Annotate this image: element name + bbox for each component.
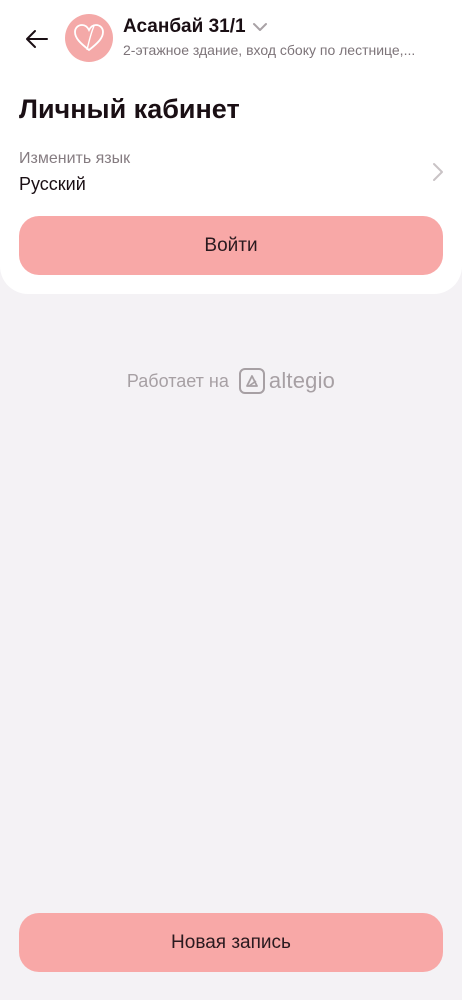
altegio-mark-icon bbox=[238, 368, 265, 394]
account-card: Асанбай 31/1 2-этажное здание, вход сбок… bbox=[0, 0, 462, 294]
branch-subtitle: 2-этажное здание, вход сбоку по лестнице… bbox=[123, 42, 416, 58]
back-button[interactable] bbox=[20, 22, 54, 56]
language-label: Изменить язык bbox=[19, 150, 131, 167]
branch-title: Асанбай 31/1 bbox=[123, 16, 246, 37]
login-button[interactable]: Войти bbox=[19, 216, 443, 275]
chevron-right-icon bbox=[432, 162, 444, 187]
altegio-logo[interactable]: altegio bbox=[238, 368, 336, 394]
page: Асанбай 31/1 2-этажное здание, вход сбок… bbox=[0, 0, 462, 1000]
new-booking-button[interactable]: Новая запись bbox=[19, 913, 443, 972]
branch-selector[interactable]: Асанбай 31/1 bbox=[123, 16, 268, 38]
powered-by-text: Работает на bbox=[126, 370, 229, 391]
avatar[interactable] bbox=[65, 14, 113, 62]
arrow-left-icon bbox=[26, 30, 48, 48]
chevron-down-icon bbox=[252, 22, 268, 32]
change-language-row[interactable]: Изменить язык Русский bbox=[19, 148, 444, 202]
language-value: Русский bbox=[19, 174, 86, 194]
heart-logo-icon bbox=[74, 24, 104, 52]
page-title: Личный кабинет bbox=[19, 94, 240, 124]
altegio-wordmark: altegio bbox=[268, 368, 336, 393]
powered-by: Работает на altegio bbox=[0, 368, 462, 394]
